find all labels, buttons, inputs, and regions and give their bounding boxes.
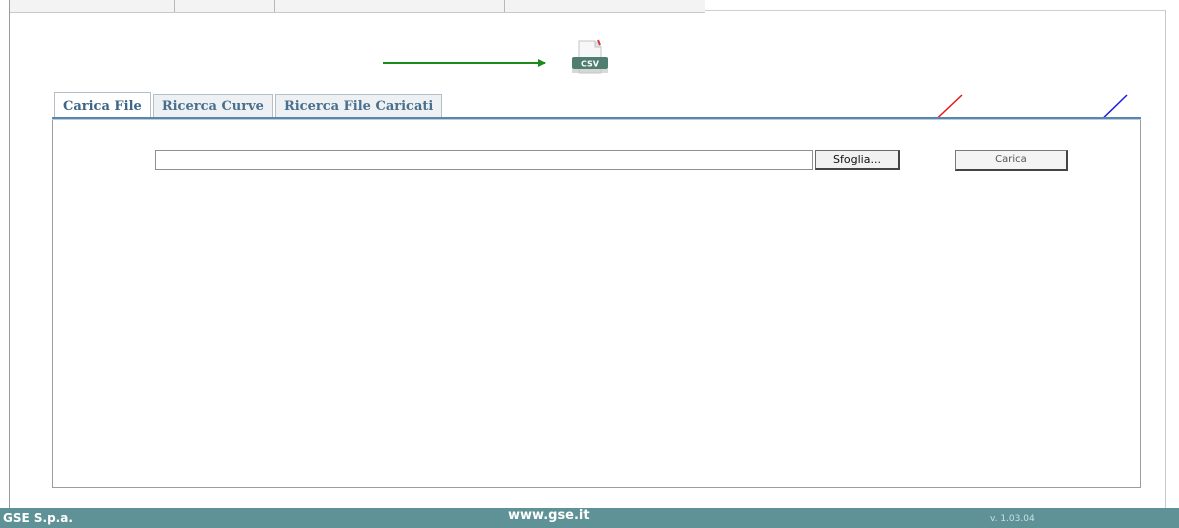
tab-ricerca-curve[interactable]: Ricerca Curve bbox=[152, 94, 273, 119]
toolbar-segment bbox=[175, 0, 275, 12]
csv-file-icon[interactable]: CSV bbox=[569, 39, 611, 79]
tab-panel-content bbox=[52, 120, 1141, 488]
top-toolbar-strip bbox=[10, 0, 705, 13]
footer-bar: GSE S.p.a. www.gse.it v. 1.03.04 bbox=[0, 508, 1179, 528]
csv-icon-label: CSV bbox=[581, 60, 600, 69]
toolbar-segment bbox=[10, 0, 175, 12]
left-frame-border bbox=[9, 0, 10, 508]
footer-website-link[interactable]: www.gse.it bbox=[508, 508, 590, 523]
right-frame-border bbox=[1165, 10, 1166, 508]
tab-ricerca-file-caricati[interactable]: Ricerca File Caricati bbox=[274, 94, 443, 119]
tab-bar: Carica File Ricerca Curve Ricerca File C… bbox=[54, 92, 444, 119]
upload-button[interactable]: Carica bbox=[955, 150, 1068, 171]
page: CSV Carica File Ricerca Curve Ricerca Fi… bbox=[0, 0, 1179, 528]
footer-company: GSE S.p.a. bbox=[3, 511, 73, 525]
file-path-input[interactable] bbox=[155, 150, 813, 170]
top-divider bbox=[705, 10, 1165, 11]
footer-version: v. 1.03.04 bbox=[990, 514, 1035, 524]
browse-button[interactable]: Sfoglia... bbox=[815, 150, 900, 170]
tab-carica-file[interactable]: Carica File bbox=[54, 92, 151, 119]
toolbar-segment bbox=[275, 0, 505, 12]
